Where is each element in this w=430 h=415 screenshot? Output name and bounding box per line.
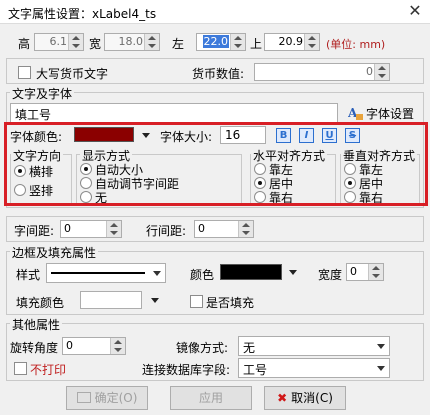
left-value: 22.0: [202, 35, 229, 48]
border-style-line-preview: [51, 272, 145, 274]
cancel-x-icon: ✖: [277, 391, 288, 405]
mirror-label: 镜像方式:: [176, 341, 229, 355]
fill-color-swatch[interactable]: [80, 291, 142, 309]
mirror-value: 无: [243, 341, 256, 355]
fill-color-label: 填充颜色: [16, 296, 65, 310]
no-print-checkbox[interactable]: [14, 362, 27, 375]
font-settings-label: 字体设置: [366, 107, 415, 121]
uppercase-currency-label: 大写货币文字: [36, 67, 109, 81]
height-label: 高: [18, 37, 31, 51]
fill-enabled-label: 是否填充: [206, 296, 255, 310]
other-group-label: 其他属性: [10, 316, 63, 333]
rotation-spinner[interactable]: 0: [62, 337, 126, 355]
width-spinner[interactable]: 18.0: [104, 33, 160, 51]
left-spinner[interactable]: 22.0: [196, 33, 246, 51]
border-fill-group-label: 边框及填充属性: [10, 244, 99, 261]
width-label: 宽: [89, 37, 102, 51]
spinner-arrows-icon[interactable]: [238, 221, 253, 237]
spinner-arrows-icon[interactable]: [110, 338, 125, 354]
border-width-label: 宽度: [318, 268, 343, 282]
border-color-dropdown-icon[interactable]: [289, 270, 297, 275]
currency-value: 0: [366, 65, 373, 78]
text-font-group-label: 文字及字体: [10, 85, 75, 102]
line-spacing-value: 0: [198, 222, 205, 235]
uppercase-currency-checkbox[interactable]: [18, 66, 31, 79]
no-print-label: 不打印: [30, 363, 67, 377]
spinner-arrows-icon[interactable]: [144, 34, 159, 50]
char-spacing-label: 字间距:: [14, 224, 55, 238]
unit-text: (单位: mm): [326, 38, 386, 51]
ok-label: 确定(O): [94, 391, 138, 405]
db-field-label: 连接数据库字段:: [142, 363, 231, 377]
title-bar: 文字属性设置：xLabel4_ts ✕: [0, 0, 430, 24]
disk-icon: [76, 392, 91, 403]
height-value: 6.1: [49, 35, 68, 48]
spinner-arrows-icon[interactable]: [68, 34, 83, 50]
height-spinner[interactable]: 6.1: [34, 33, 84, 51]
text-input-value: 填工号: [15, 108, 52, 122]
currency-value-spinner[interactable]: 0: [254, 63, 390, 81]
top-value: 20.9: [278, 35, 304, 48]
apply-button[interactable]: 应用: [170, 386, 252, 410]
fill-enabled-checkbox[interactable]: [190, 295, 203, 308]
cancel-button[interactable]: ✖ 取消(C): [264, 386, 346, 410]
spinner-arrows-icon[interactable]: [304, 34, 319, 50]
chevron-down-icon[interactable]: [373, 359, 389, 377]
window-title: 文字属性设置：xLabel4_ts: [8, 7, 157, 21]
highlight-frame: [4, 122, 428, 206]
currency-value-label: 货币数值:: [192, 67, 245, 81]
left-label: 左: [172, 37, 185, 51]
font-settings-button[interactable]: A 字体设置: [348, 103, 420, 123]
chevron-down-icon[interactable]: [373, 337, 389, 355]
rotation-value: 0: [66, 339, 73, 352]
mirror-combo[interactable]: 无: [238, 336, 390, 356]
spinner-arrows-icon[interactable]: [230, 34, 245, 50]
db-field-value: 工号: [243, 363, 268, 377]
line-spacing-spinner[interactable]: 0: [194, 220, 254, 238]
border-width-spinner[interactable]: 0: [346, 263, 384, 281]
char-spacing-value: 0: [64, 222, 71, 235]
fill-color-dropdown-icon[interactable]: [151, 298, 159, 303]
close-icon[interactable]: ✕: [400, 0, 430, 24]
border-style-label: 样式: [16, 268, 41, 282]
chevron-down-icon[interactable]: [149, 264, 165, 282]
line-spacing-label: 行间距:: [146, 224, 187, 238]
cancel-label: 取消(C): [291, 391, 333, 405]
text-input[interactable]: 填工号: [10, 103, 338, 123]
border-width-value: 0: [350, 265, 357, 278]
ok-button[interactable]: 确定(O): [66, 386, 148, 410]
spinner-arrows-icon[interactable]: [374, 64, 389, 80]
top-spinner[interactable]: 20.9: [264, 33, 320, 51]
spinner-arrows-icon[interactable]: [368, 264, 383, 280]
border-color-swatch[interactable]: [220, 264, 282, 280]
border-style-combo[interactable]: [46, 263, 166, 283]
font-icon: A: [348, 106, 363, 120]
width-value: 18.0: [118, 35, 144, 48]
border-color-label: 颜色: [190, 268, 215, 282]
db-field-combo[interactable]: 工号: [238, 358, 390, 378]
rotation-label: 旋转角度: [10, 341, 59, 355]
top-label: 上: [250, 37, 263, 51]
spinner-arrows-icon[interactable]: [106, 221, 121, 237]
char-spacing-spinner[interactable]: 0: [60, 220, 122, 238]
